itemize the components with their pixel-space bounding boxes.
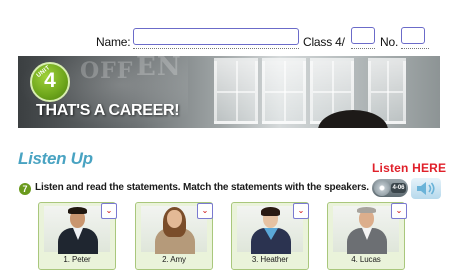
section-title: Listen Up [18,149,93,168]
speaker-icon[interactable] [411,178,441,199]
listen-here-link[interactable]: Listen HERE [372,161,446,175]
chalkboard-scribble: EN [136,56,182,82]
exercise-instruction: Listen and read the statements. Match th… [35,182,369,193]
name-label: Name: [96,35,131,49]
window-decoration [214,58,258,124]
unit-banner: OFF EN UNIT 4 THAT'S A CAREER! [18,56,440,128]
speaker-name: 4. Lucas [351,255,381,264]
chevron-down-icon: ⌄ [395,206,403,215]
exercise-number: 7 [19,183,31,195]
person-hair [261,207,280,216]
chalkboard-scribble: OFF [80,58,134,84]
cd-disc-icon [374,180,390,196]
number-underline [401,48,429,49]
person-head [167,210,182,228]
unit-number: 4 [44,69,56,92]
name-underline [133,48,299,49]
class-label: Class 4/ [303,35,345,49]
speaker-dropdown-peter[interactable]: ⌄ [101,203,117,219]
window-decoration [262,58,306,124]
person-hair [357,207,376,213]
speaker-name: 2. Amy [162,255,186,264]
speaker-photo [333,206,399,254]
chevron-down-icon: ⌄ [201,206,209,215]
person-hair [68,207,87,214]
track-number: 4-06 [391,183,406,193]
speaker-glyph [417,182,435,195]
speaker-name: 3. Heather [251,255,289,264]
name-field[interactable] [133,28,299,45]
speaker-dropdown-heather[interactable]: ⌄ [293,203,309,219]
class-underline [351,48,375,49]
speaker-name: 1. Peter [63,255,91,264]
chevron-down-icon: ⌄ [297,206,305,215]
cd-icon[interactable]: 4-06 [372,179,408,197]
number-field[interactable] [401,27,425,44]
class-field[interactable] [351,27,375,44]
unit-title: THAT'S A CAREER! [36,102,180,119]
student-info-row: Name: Class 4/ No. [0,0,455,58]
no-label: No. [380,35,399,49]
unit-badge: UNIT 4 [30,62,70,102]
speaker-dropdown-lucas[interactable]: ⌄ [391,203,407,219]
speaker-dropdown-amy[interactable]: ⌄ [197,203,213,219]
chevron-down-icon: ⌄ [105,206,113,215]
